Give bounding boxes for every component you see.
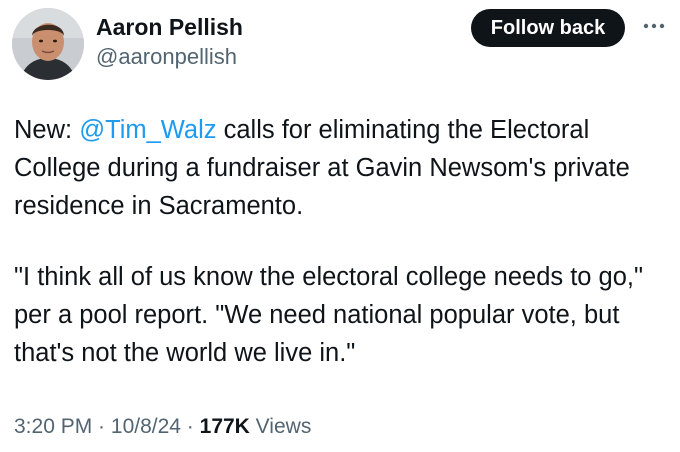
more-horizontal-icon[interactable] <box>641 16 667 36</box>
tweet-paragraph-2: "I think all of us know the electoral co… <box>14 263 644 367</box>
meta-separator: · <box>92 415 111 438</box>
tweet-paragraph-1: New: @Tim_Walz calls for eliminating the… <box>14 111 674 225</box>
author-name[interactable]: Aaron Pellish <box>96 13 243 41</box>
profile-photo-icon <box>12 8 84 80</box>
tweet-text: New: @Tim_Walz calls for eliminating the… <box>14 111 674 372</box>
tweet-meta: 3:20 PM · 10/8/24 · 177K Views <box>14 414 311 440</box>
tweet-date[interactable]: 10/8/24 <box>111 415 181 438</box>
author-handle[interactable]: @aaronpellish <box>96 44 237 70</box>
tweet-time[interactable]: 3:20 PM <box>14 415 92 438</box>
tweet-card: Aaron Pellish @aaronpellish Follow back … <box>0 0 680 452</box>
views-label: Views <box>249 415 312 438</box>
avatar[interactable] <box>12 8 84 80</box>
views-count: 177K <box>199 415 250 438</box>
mention-link[interactable]: @Tim_Walz <box>79 116 216 144</box>
meta-separator: · <box>180 415 200 438</box>
tweet-text-prefix: New: <box>14 116 80 144</box>
follow-back-button[interactable]: Follow back <box>471 9 625 47</box>
